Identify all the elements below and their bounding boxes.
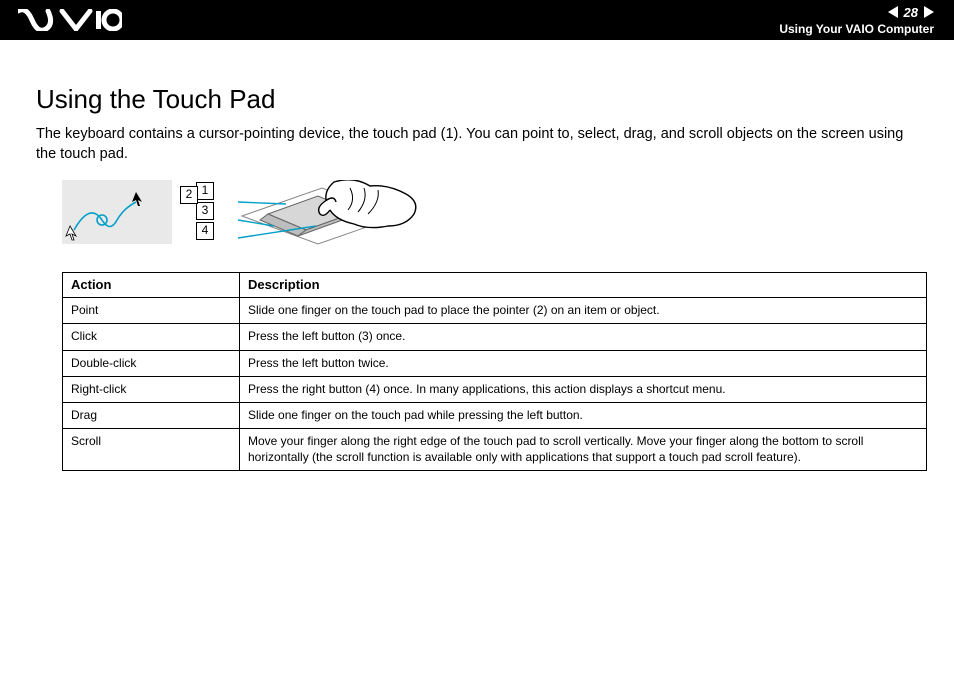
cell-action: Click (63, 324, 240, 350)
nav-prev-icon[interactable] (888, 6, 898, 18)
cell-action: Drag (63, 402, 240, 428)
callout-stack: 1 3 4 (196, 182, 214, 240)
page-nav: 28 Using Your VAIO Computer (779, 5, 934, 36)
figure-row: 2 1 3 4 (62, 180, 918, 258)
col-action: Action (63, 273, 240, 298)
chapter-title: Using Your VAIO Computer (779, 22, 934, 36)
cell-action: Point (63, 298, 240, 324)
table-row: Click Press the left button (3) once. (63, 324, 927, 350)
table-row: Point Slide one finger on the touch pad … (63, 298, 927, 324)
cell-description: Move your finger along the right edge of… (240, 429, 927, 471)
cell-description: Slide one finger on the touch pad to pla… (240, 298, 927, 324)
table-row: Drag Slide one finger on the touch pad w… (63, 402, 927, 428)
cell-action: Right-click (63, 376, 240, 402)
cell-action: Double-click (63, 350, 240, 376)
page-root: 28 Using Your VAIO Computer Using the To… (0, 0, 954, 674)
callout-1: 1 (196, 182, 214, 200)
figure-touchpad-hand (238, 180, 418, 258)
figure-cursor-trail: 2 (62, 180, 172, 244)
header-bar: 28 Using Your VAIO Computer (0, 0, 954, 40)
cell-description: Press the left button (3) once. (240, 324, 927, 350)
cell-action: Scroll (63, 429, 240, 471)
vaio-logo (18, 9, 122, 31)
col-description: Description (240, 273, 927, 298)
page-title: Using the Touch Pad (36, 84, 918, 115)
actions-table: Action Description Point Slide one finge… (62, 272, 927, 471)
table-row: Right-click Press the right button (4) o… (63, 376, 927, 402)
cell-description: Press the left button twice. (240, 350, 927, 376)
intro-paragraph: The keyboard contains a cursor-pointing … (36, 125, 918, 164)
table-header-row: Action Description (63, 273, 927, 298)
callout-2: 2 (180, 186, 198, 204)
cell-description: Slide one finger on the touch pad while … (240, 402, 927, 428)
table-row: Double-click Press the left button twice… (63, 350, 927, 376)
cell-description: Press the right button (4) once. In many… (240, 376, 927, 402)
page-content: Using the Touch Pad The keyboard contain… (0, 40, 954, 471)
nav-next-icon[interactable] (924, 6, 934, 18)
callout-4: 4 (196, 222, 214, 240)
callout-3: 3 (196, 202, 214, 220)
table-row: Scroll Move your finger along the right … (63, 429, 927, 471)
page-number: 28 (902, 5, 920, 20)
